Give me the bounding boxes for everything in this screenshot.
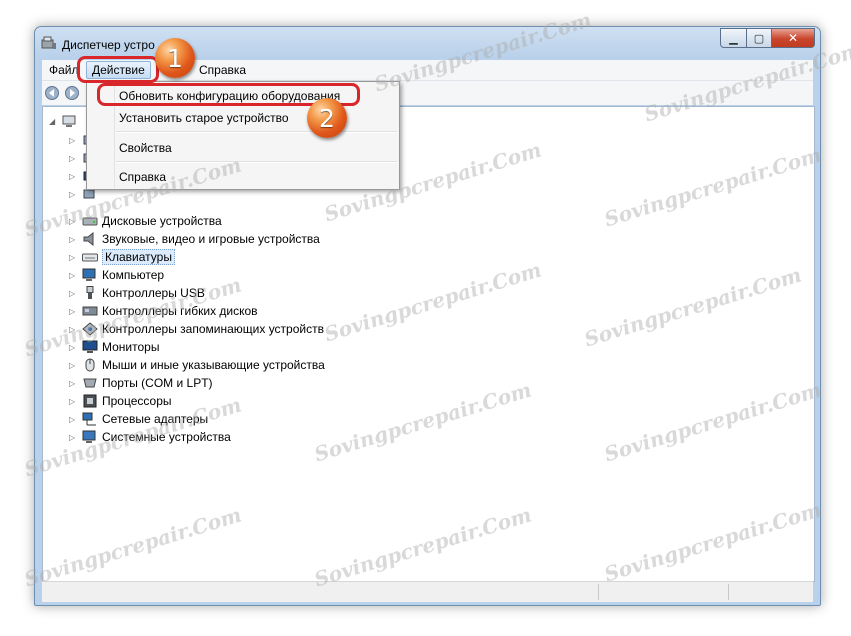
expand-icon[interactable]: ▷ bbox=[69, 235, 78, 244]
tree-item-label: Звуковые, видео и игровые устройства bbox=[102, 232, 320, 246]
maximize-button[interactable]: ▢ bbox=[747, 28, 772, 48]
tree-item-label: Контроллеры гибких дисков bbox=[102, 304, 258, 318]
tree-item-floppy-controllers[interactable]: ▷ Контроллеры гибких дисков bbox=[69, 302, 258, 320]
tree-item-label: Системные устройства bbox=[102, 430, 231, 444]
tree-item-label: Компьютер bbox=[102, 268, 165, 282]
expand-icon[interactable]: ▷ bbox=[69, 289, 78, 298]
tree-item-monitors[interactable]: ▷ Мониторы bbox=[69, 338, 159, 356]
tree-item-label: Контроллеры запоминающих устройств bbox=[102, 322, 324, 336]
expand-icon[interactable]: ▷ bbox=[69, 415, 78, 424]
tree-item-sound-video[interactable]: ▷ Звуковые, видео и игровые устройства bbox=[69, 230, 320, 248]
back-arrow-icon[interactable] bbox=[44, 86, 60, 100]
expand-icon[interactable]: ▷ bbox=[69, 325, 78, 334]
expand-icon[interactable]: ▷ bbox=[69, 253, 78, 262]
tree-item-processors[interactable]: ▷ Процессоры bbox=[69, 392, 172, 410]
expand-icon[interactable]: ▷ bbox=[69, 136, 78, 145]
expand-icon[interactable]: ▷ bbox=[69, 433, 78, 442]
tree-item-storage-controllers[interactable]: ▷ Контроллеры запоминающих устройств bbox=[69, 320, 324, 338]
keyboard-icon bbox=[82, 253, 98, 262]
expand-icon[interactable]: ▷ bbox=[69, 379, 78, 388]
tree-item-label: Дисковые устройства bbox=[102, 214, 222, 228]
highlight-action-menu bbox=[77, 56, 159, 83]
tree-item-disk-drives[interactable]: ▷ Дисковые устройства bbox=[69, 212, 222, 230]
expand-icon[interactable]: ▷ bbox=[69, 307, 78, 316]
tree-item-label: Мониторы bbox=[102, 340, 160, 354]
tree-item-ports[interactable]: ▷ Порты (COM и LPT) bbox=[69, 374, 213, 392]
tree-item-system-devices[interactable]: ▷ Системные устройства bbox=[69, 428, 231, 446]
menu-item-properties[interactable]: Свойства bbox=[119, 141, 172, 155]
tree-item-label: Мыши и иные указывающие устройства bbox=[102, 358, 325, 372]
controller-icon bbox=[82, 306, 98, 316]
expand-icon[interactable]: ▷ bbox=[69, 190, 78, 199]
expand-icon[interactable]: ▷ bbox=[69, 361, 78, 370]
port-icon bbox=[83, 378, 97, 388]
tree-item-computer[interactable]: ▷ Компьютер bbox=[69, 266, 164, 284]
tree-item-mice[interactable]: ▷ Мыши и иные указывающие устройства bbox=[69, 356, 325, 374]
network-adapter-icon bbox=[82, 412, 96, 426]
tree-item-network-adapters[interactable]: ▷ Сетевые адаптеры bbox=[69, 410, 208, 428]
tree-item-usb-controllers[interactable]: ▷ Контроллеры USB bbox=[69, 284, 205, 302]
tree-item-label: Сетевые адаптеры bbox=[102, 412, 209, 426]
menu-help[interactable]: Справка bbox=[194, 63, 251, 77]
tree-item-label: Клавиатуры bbox=[102, 249, 175, 265]
menu-item-add-legacy[interactable]: Установить старое устройство bbox=[119, 111, 289, 125]
tree-root[interactable]: ◢ bbox=[49, 112, 82, 130]
close-button[interactable]: ✕ bbox=[772, 28, 815, 48]
status-separator bbox=[598, 584, 599, 600]
step-badge-2: 2 bbox=[307, 98, 347, 138]
forward-arrow-icon[interactable] bbox=[64, 86, 80, 100]
processor-icon bbox=[83, 394, 97, 408]
tree-item-label: Процессоры bbox=[102, 394, 172, 408]
expand-icon[interactable]: ▷ bbox=[69, 397, 78, 406]
minimize-button[interactable]: ▁ bbox=[720, 28, 747, 48]
status-bar bbox=[42, 581, 813, 602]
expand-icon[interactable]: ▷ bbox=[69, 172, 78, 181]
storage-controller-icon bbox=[82, 322, 98, 336]
status-separator bbox=[728, 584, 729, 600]
disk-drive-icon bbox=[82, 217, 98, 226]
tree-item-keyboards[interactable]: ▷ Клавиатуры bbox=[69, 248, 175, 266]
tree-item-label: Контроллеры USB bbox=[102, 286, 205, 300]
system-device-icon bbox=[82, 430, 96, 443]
computer-root-icon bbox=[62, 115, 76, 127]
usb-icon bbox=[86, 286, 94, 299]
expand-icon[interactable]: ▷ bbox=[69, 343, 78, 352]
expand-icon[interactable]: ▷ bbox=[69, 271, 78, 280]
expand-icon[interactable]: ▷ bbox=[69, 217, 78, 226]
window-controls: ▁ ▢ ✕ bbox=[720, 28, 815, 48]
menu-separator bbox=[116, 161, 397, 163]
expand-icon[interactable]: ▷ bbox=[69, 154, 78, 163]
collapse-icon[interactable]: ◢ bbox=[49, 117, 58, 126]
title-bar[interactable]: Диспетчер устро ▁ ▢ ✕ bbox=[35, 27, 820, 57]
monitor-icon bbox=[82, 340, 98, 353]
step-badge-1: 1 bbox=[155, 38, 195, 78]
menu-separator bbox=[116, 131, 397, 133]
computer-icon bbox=[82, 268, 96, 281]
menu-item-help[interactable]: Справка bbox=[119, 170, 166, 184]
mouse-icon bbox=[85, 358, 95, 372]
window-title: Диспетчер устро bbox=[62, 38, 155, 52]
tree-item-label: Порты (COM и LPT) bbox=[102, 376, 213, 390]
device-manager-icon bbox=[41, 36, 56, 49]
speaker-icon bbox=[83, 232, 94, 246]
